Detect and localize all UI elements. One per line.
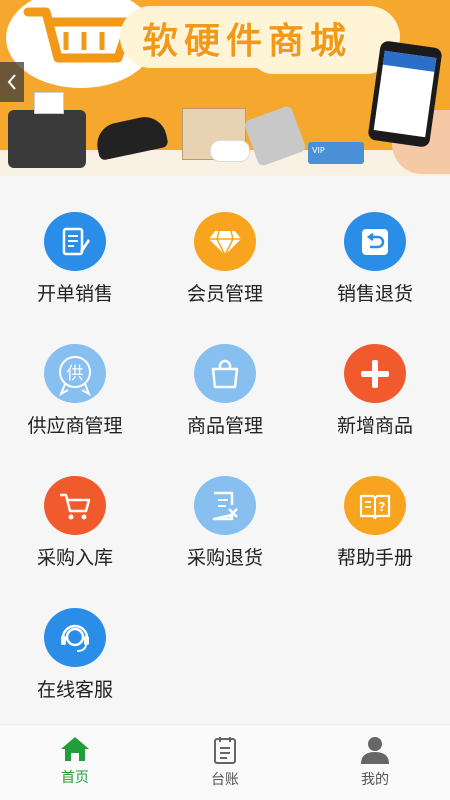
supplier-badge-icon: 供 [44,344,106,403]
tab-mine[interactable]: 我的 [300,725,450,800]
grid-item-label: 采购入库 [36,547,113,569]
user-icon [361,737,389,764]
document-edit-icon [44,212,106,271]
grid-item-product-management[interactable]: 商品管理 [150,308,300,438]
ledger-icon [214,737,236,764]
grid-item-label: 新增商品 [336,415,413,437]
banner-title: 软硬件商城 [142,21,353,62]
bottom-tab-bar: 首页 台账 我的 [0,724,450,800]
grid-item-label: 在线客服 [36,679,113,701]
plus-icon [344,344,406,403]
grid-item-label: 销售退货 [336,283,413,305]
grid-item-label: 开单销售 [36,283,113,305]
grid-item-purchase-inbound[interactable]: 采购入库 [0,440,150,570]
receipt-printer-image [8,92,86,168]
grid-item-open-sale[interactable]: 开单销售 [0,176,150,306]
grid-item-online-service[interactable]: 在线客服 [0,572,150,702]
shopping-bag-icon [194,344,256,403]
cart-icon [44,476,106,535]
diamond-icon [194,212,256,271]
chevron-left-icon [7,74,16,90]
paper-rolls-image [210,140,250,162]
grid-item-member-management[interactable]: 会员管理 [150,176,300,306]
svg-text:供: 供 [67,364,84,384]
tab-home[interactable]: 首页 [0,725,150,800]
grid-item-label: 会员管理 [186,283,263,305]
tab-label: 我的 [361,772,389,788]
grid-item-label: 采购退货 [186,547,263,569]
tab-ledger[interactable]: 台账 [150,725,300,800]
svg-text:?: ? [379,500,386,514]
tab-label: 首页 [61,770,89,786]
grid-item-label: 帮助手册 [336,547,413,569]
help-book-icon: ? [344,476,406,535]
purchase-return-icon [194,476,256,535]
grid-item-help-manual[interactable]: ? 帮助手册 [300,440,450,570]
return-box-icon [344,212,406,271]
grid-item-add-product[interactable]: 新增商品 [300,308,450,438]
grid-item-purchase-return[interactable]: 采购退货 [150,440,300,570]
grid-item-label: 商品管理 [186,415,263,437]
promo-banner[interactable]: 软硬件商城 VIP [0,0,450,176]
grid-item-supplier-management[interactable]: 供 供应商管理 [0,308,150,438]
tab-label: 台账 [211,772,239,788]
home-icon [61,737,89,761]
customer-service-icon [44,608,106,667]
grid-item-sales-return[interactable]: 销售退货 [300,176,450,306]
grid-item-label: 供应商管理 [27,415,123,437]
vip-card-image: VIP [308,142,364,164]
back-button[interactable] [0,62,24,102]
feature-grid: 开单销售 会员管理 销售退货 供 供应商管理 商品管理 新增商品 采购入库 采购… [0,176,450,724]
